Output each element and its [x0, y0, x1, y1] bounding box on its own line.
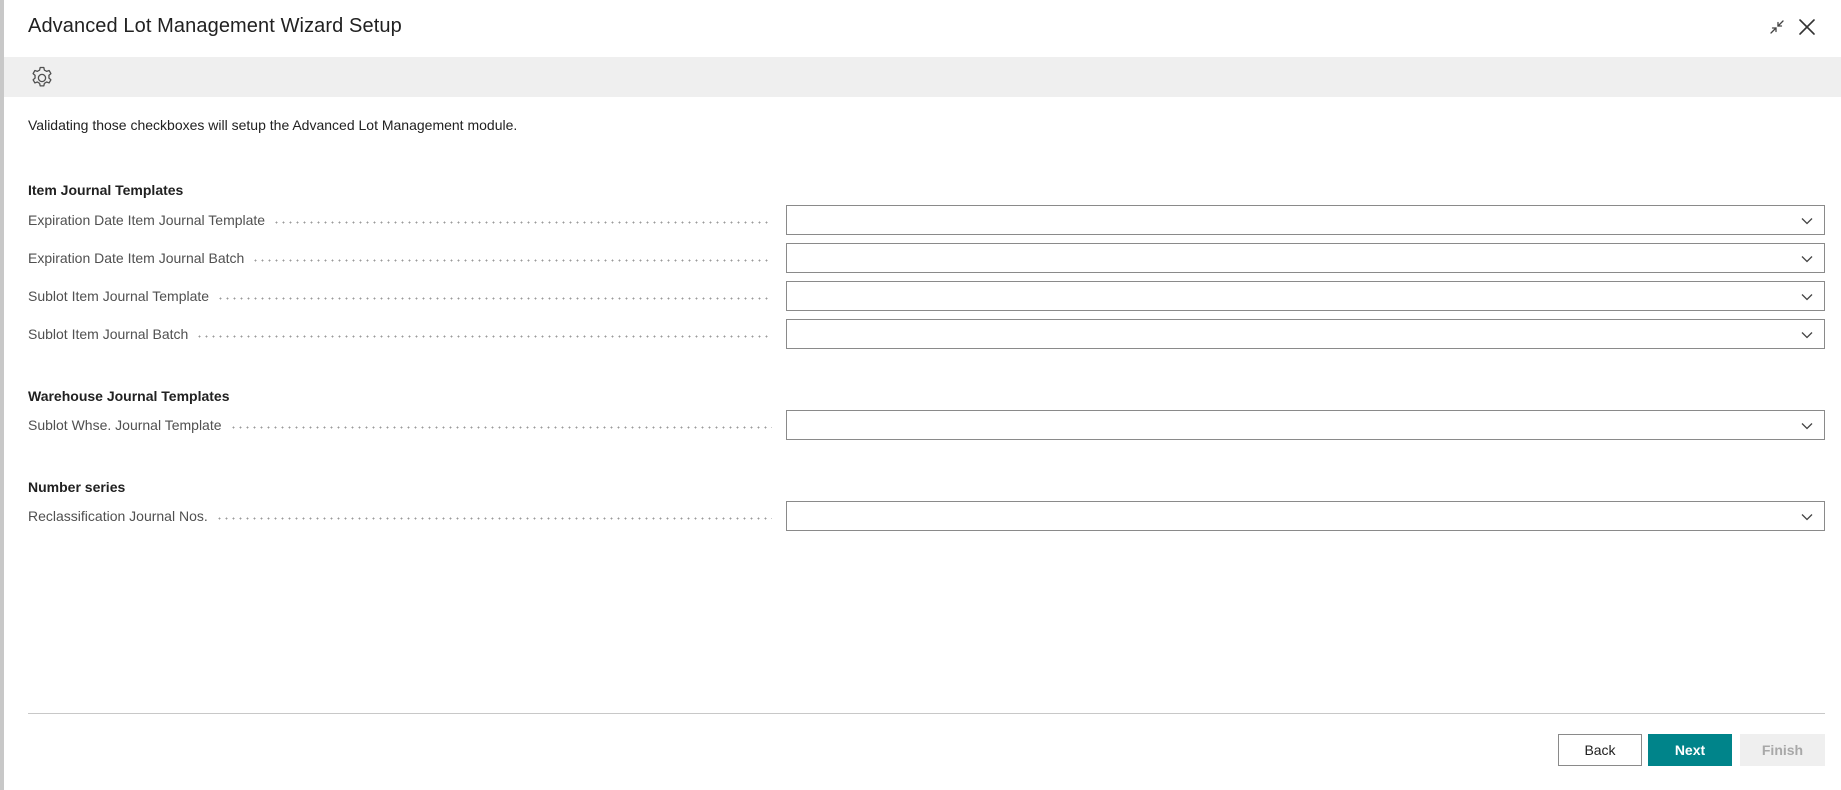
collapse-button[interactable]: [1764, 14, 1790, 40]
back-button[interactable]: Back: [1558, 734, 1642, 766]
field-label: Sublot Item Journal Template: [28, 288, 210, 304]
group-title-warehouse-journal-templates: Warehouse Journal Templates: [28, 388, 230, 404]
field-sublot-item-journal-template: Sublot Item Journal Template: [28, 281, 1825, 311]
instruction-text: Validating those checkboxes will setup t…: [28, 117, 518, 133]
chevron-down-icon: [1801, 423, 1813, 430]
chevron-down-icon: [1801, 218, 1813, 225]
expiration-date-item-journal-template-select[interactable]: [786, 205, 1825, 235]
sublot-item-journal-batch-select[interactable]: [786, 319, 1825, 349]
sublot-whse-journal-template-select[interactable]: [786, 410, 1825, 440]
reclassification-journal-nos-select[interactable]: [786, 501, 1825, 531]
leader-dots: [229, 425, 772, 429]
close-button[interactable]: [1794, 14, 1820, 40]
field-reclassification-journal-nos: Reclassification Journal Nos.: [28, 501, 1825, 531]
wizard-page: Advanced Lot Management Wizard Setup Val…: [0, 0, 1841, 790]
action-bar: [4, 57, 1841, 97]
field-label: Reclassification Journal Nos.: [28, 508, 208, 524]
leader-dots: [196, 334, 772, 338]
field-sublot-whse-journal-template: Sublot Whse. Journal Template: [28, 410, 1825, 440]
finish-button[interactable]: Finish: [1740, 734, 1825, 766]
field-label: Expiration Date Item Journal Template: [28, 212, 266, 228]
field-expiration-date-item-journal-template: Expiration Date Item Journal Template: [28, 205, 1825, 235]
field-sublot-item-journal-batch: Sublot Item Journal Batch: [28, 319, 1825, 349]
expiration-date-item-journal-batch-select[interactable]: [786, 243, 1825, 273]
close-icon: [1799, 19, 1815, 35]
field-label: Sublot Item Journal Batch: [28, 326, 189, 342]
chevron-down-icon: [1801, 294, 1813, 301]
group-title-item-journal-templates: Item Journal Templates: [28, 182, 184, 198]
gear-icon: [32, 66, 52, 87]
settings-button[interactable]: [28, 64, 56, 92]
leader-dots: [215, 516, 772, 520]
group-title-number-series: Number series: [28, 479, 126, 495]
leader-dots: [252, 258, 772, 262]
sublot-item-journal-template-select[interactable]: [786, 281, 1825, 311]
chevron-down-icon: [1801, 514, 1813, 521]
chevron-down-icon: [1801, 332, 1813, 339]
field-expiration-date-item-journal-batch: Expiration Date Item Journal Batch: [28, 243, 1825, 273]
page-title: Advanced Lot Management Wizard Setup: [28, 15, 402, 37]
leader-dots: [273, 220, 772, 224]
leader-dots: [217, 296, 772, 300]
footer-divider: [28, 713, 1825, 714]
collapse-icon: [1770, 20, 1784, 34]
title-bar: Advanced Lot Management Wizard Setup: [4, 0, 1841, 57]
field-label: Expiration Date Item Journal Batch: [28, 250, 245, 266]
chevron-down-icon: [1801, 256, 1813, 263]
next-button[interactable]: Next: [1648, 734, 1732, 766]
field-label: Sublot Whse. Journal Template: [28, 417, 222, 433]
